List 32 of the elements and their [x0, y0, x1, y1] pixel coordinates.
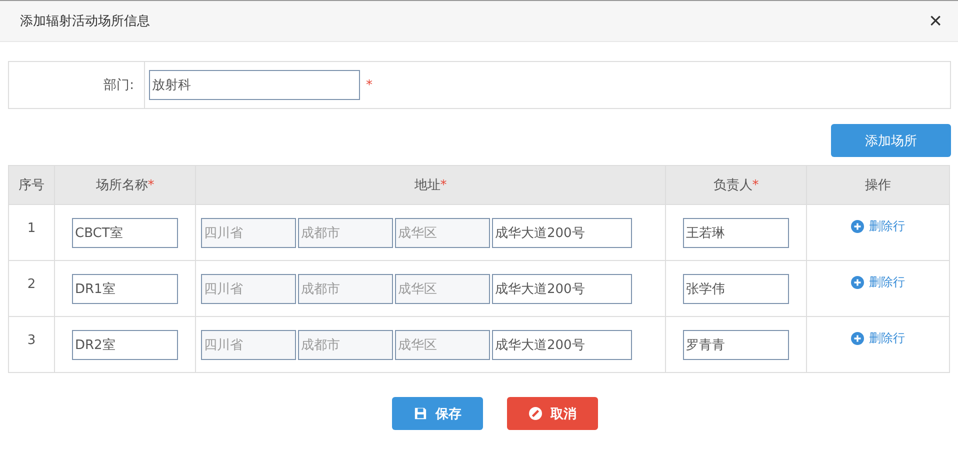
department-label: 部门:	[104, 77, 134, 94]
cancel-button[interactable]: 取消	[507, 397, 598, 430]
address-field[interactable]: 成华大道200号	[492, 274, 632, 304]
address-field[interactable]: 成华大道200号	[492, 218, 632, 248]
location-name-field[interactable]: DR1室	[72, 274, 178, 304]
plus-circle-icon	[851, 220, 864, 233]
dialog-title: 添加辐射活动场所信息	[20, 13, 150, 30]
close-button[interactable]: ×	[925, 10, 946, 32]
column-header: 序号	[8, 166, 54, 204]
row-number: 2	[8, 260, 54, 316]
row-number: 3	[8, 316, 54, 372]
add-location-button[interactable]: 添加场所	[831, 124, 951, 157]
column-header: 场所名称*	[54, 166, 196, 204]
column-header: 操作	[806, 166, 950, 204]
department-field[interactable]: 放射科	[149, 70, 360, 100]
person-field[interactable]: 张学伟	[683, 274, 789, 304]
required-mark: *	[366, 78, 372, 92]
delete-row-link[interactable]: 删除行	[845, 329, 911, 348]
column-header: 负责人*	[666, 166, 806, 204]
person-field[interactable]: 王若琳	[683, 218, 789, 248]
row-number: 1	[8, 204, 54, 260]
plus-circle-icon	[851, 276, 864, 289]
column-header: 地址*	[196, 166, 666, 204]
delete-row-link[interactable]: 删除行	[845, 217, 911, 236]
person-field[interactable]: 罗青青	[683, 330, 789, 360]
prohibited-icon	[528, 407, 542, 420]
location-name-field[interactable]: DR2室	[72, 330, 178, 360]
address-field[interactable]: 成华大道200号	[492, 330, 632, 360]
location-name-field[interactable]: CBCT室	[72, 218, 178, 248]
delete-row-link[interactable]: 删除行	[845, 273, 911, 292]
save-button[interactable]: 保存	[392, 397, 483, 430]
plus-circle-icon	[851, 332, 864, 345]
